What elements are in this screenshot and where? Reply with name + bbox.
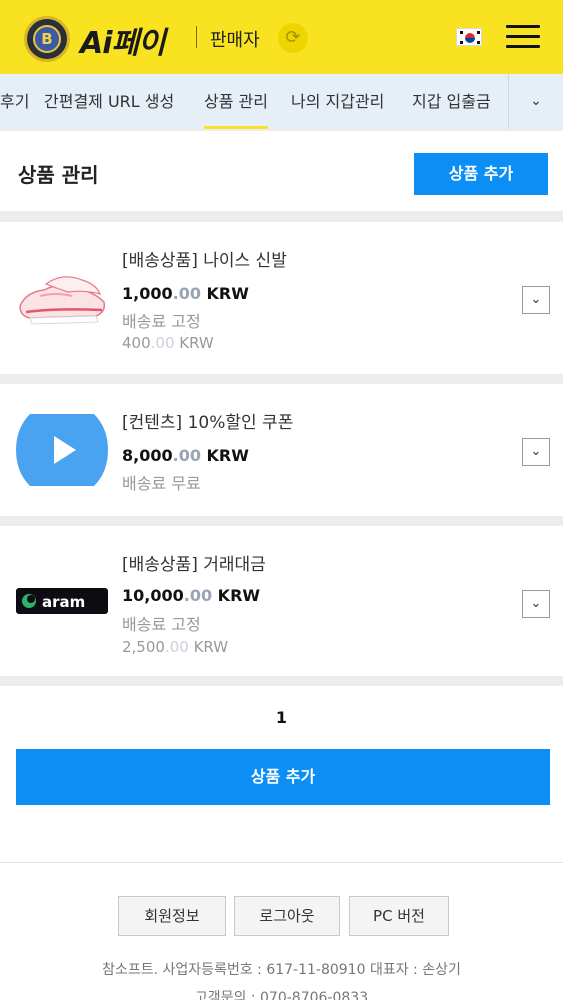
logo-divider xyxy=(196,26,197,48)
tab-product-management[interactable]: 상품 관리 xyxy=(204,74,268,129)
play-icon xyxy=(16,414,108,486)
logout-button[interactable]: 로그아웃 xyxy=(234,896,340,936)
shipping-type: 배송료 고정 xyxy=(122,615,201,634)
product-price: 8,000.00 KRW xyxy=(122,446,249,465)
tab-easy-payment-url[interactable]: 간편결제 URL 생성 xyxy=(44,74,174,129)
price-decimal: .00 xyxy=(183,586,213,605)
contact-info: 고객문의 : 070-8706-0833 xyxy=(194,990,369,1000)
logo-coin-letter: B xyxy=(33,25,61,53)
aram-logo: aram xyxy=(16,588,108,614)
shipping-fee: 2,500.00 KRW xyxy=(122,638,228,656)
price-integer: 8,000 xyxy=(122,446,173,465)
price-currency: KRW xyxy=(206,284,249,303)
expand-chevron-icon[interactable]: ⌄ xyxy=(522,590,550,618)
play-icon xyxy=(16,414,108,486)
aram-logo-text: aram xyxy=(42,593,85,611)
tab-my-wallet[interactable]: 나의 지갑관리 xyxy=(291,74,384,129)
menu-bar xyxy=(506,35,540,38)
company-info: 참소프트. 사업자등록번호 : 617-11-80910 대표자 : 손상기 xyxy=(102,962,461,978)
page-title: 상품 관리 xyxy=(18,163,99,187)
price-currency: KRW xyxy=(206,446,249,465)
fee-currency: KRW xyxy=(193,638,229,656)
chevron-down-icon[interactable]: ⌄ xyxy=(508,74,563,129)
fee-integer: 2,500 xyxy=(122,638,165,656)
flag-taeguk xyxy=(465,33,475,43)
bitcoin-logo-icon[interactable]: B xyxy=(24,16,70,62)
footer: 회원정보 로그아웃 PC 버전 참소프트. 사업자등록번호 : 617-11-8… xyxy=(0,862,563,1000)
member-info-button[interactable]: 회원정보 xyxy=(118,896,226,936)
nav-tabs: 후기 간편결제 URL 생성 상품 관리 나의 지갑관리 지갑 입출금 ⌄ xyxy=(0,74,563,129)
price-decimal: .00 xyxy=(172,284,201,303)
product-name: [배송상품] 나이스 신발 xyxy=(122,251,287,271)
expand-chevron-icon[interactable]: ⌄ xyxy=(522,438,550,466)
shipping-fee: 400.00 KRW xyxy=(122,334,214,352)
add-product-button[interactable]: 상품 추가 xyxy=(414,153,548,195)
page-title-bar: 상품 관리 상품 추가 xyxy=(0,131,563,211)
tab-review[interactable]: 후기 xyxy=(0,74,29,129)
price-decimal: .00 xyxy=(172,446,201,465)
fee-currency: KRW xyxy=(179,334,214,352)
aram-logo: aram xyxy=(16,566,108,638)
product-name: [컨텐츠] 10%할인 쿠폰 xyxy=(122,413,294,433)
expand-chevron-icon[interactable]: ⌄ xyxy=(522,286,550,314)
app-logo-text[interactable]: Ai페이 xyxy=(80,18,166,62)
fee-decimal: .00 xyxy=(150,334,175,352)
flag-trigram xyxy=(477,41,480,44)
flag-trigram xyxy=(460,41,463,44)
top-header: B Ai페이 판매자 ⟳ xyxy=(0,0,563,74)
menu-bar xyxy=(506,25,540,28)
fee-decimal: .00 xyxy=(164,638,189,656)
menu-bar xyxy=(506,45,540,48)
pagination-area: 1 상품 추가 xyxy=(0,686,563,862)
fee-integer: 400 xyxy=(122,334,151,352)
shipping-type: 배송료 고정 xyxy=(122,312,201,331)
product-card[interactable]: [컨텐츠] 10%할인 쿠폰 8,000.00 KRW 배송료 무료 ⌄ xyxy=(0,384,563,516)
shipping-type: 배송료 무료 xyxy=(122,474,201,493)
sneaker-image xyxy=(19,276,106,325)
sneaker-image xyxy=(16,262,108,334)
product-price: 10,000.00 KRW xyxy=(122,586,260,605)
product-card[interactable]: aram [배송상품] 거래대금 10,000.00 KRW 배송료 고정 2,… xyxy=(0,526,563,676)
korea-flag-icon[interactable] xyxy=(456,28,482,46)
product-card[interactable]: [배송상품] 나이스 신발 1,000.00 KRW 배송료 고정 400.00… xyxy=(0,222,563,374)
pc-version-button[interactable]: PC 버전 xyxy=(349,896,449,936)
product-price: 1,000.00 KRW xyxy=(122,284,249,303)
page-number[interactable]: 1 xyxy=(0,708,563,727)
flag-trigram xyxy=(477,31,480,34)
hamburger-menu-icon[interactable] xyxy=(506,24,540,50)
price-integer: 10,000 xyxy=(122,586,184,605)
tab-wallet-deposit-withdraw[interactable]: 지갑 입출금 xyxy=(412,74,491,129)
price-integer: 1,000 xyxy=(122,284,173,303)
add-product-button-bottom[interactable]: 상품 추가 xyxy=(16,749,550,805)
flag-trigram xyxy=(460,31,463,34)
price-currency: KRW xyxy=(217,586,261,605)
refresh-icon[interactable]: ⟳ xyxy=(278,23,308,53)
role-label: 판매자 xyxy=(210,30,260,51)
product-name: [배송상품] 거래대금 xyxy=(122,555,266,575)
